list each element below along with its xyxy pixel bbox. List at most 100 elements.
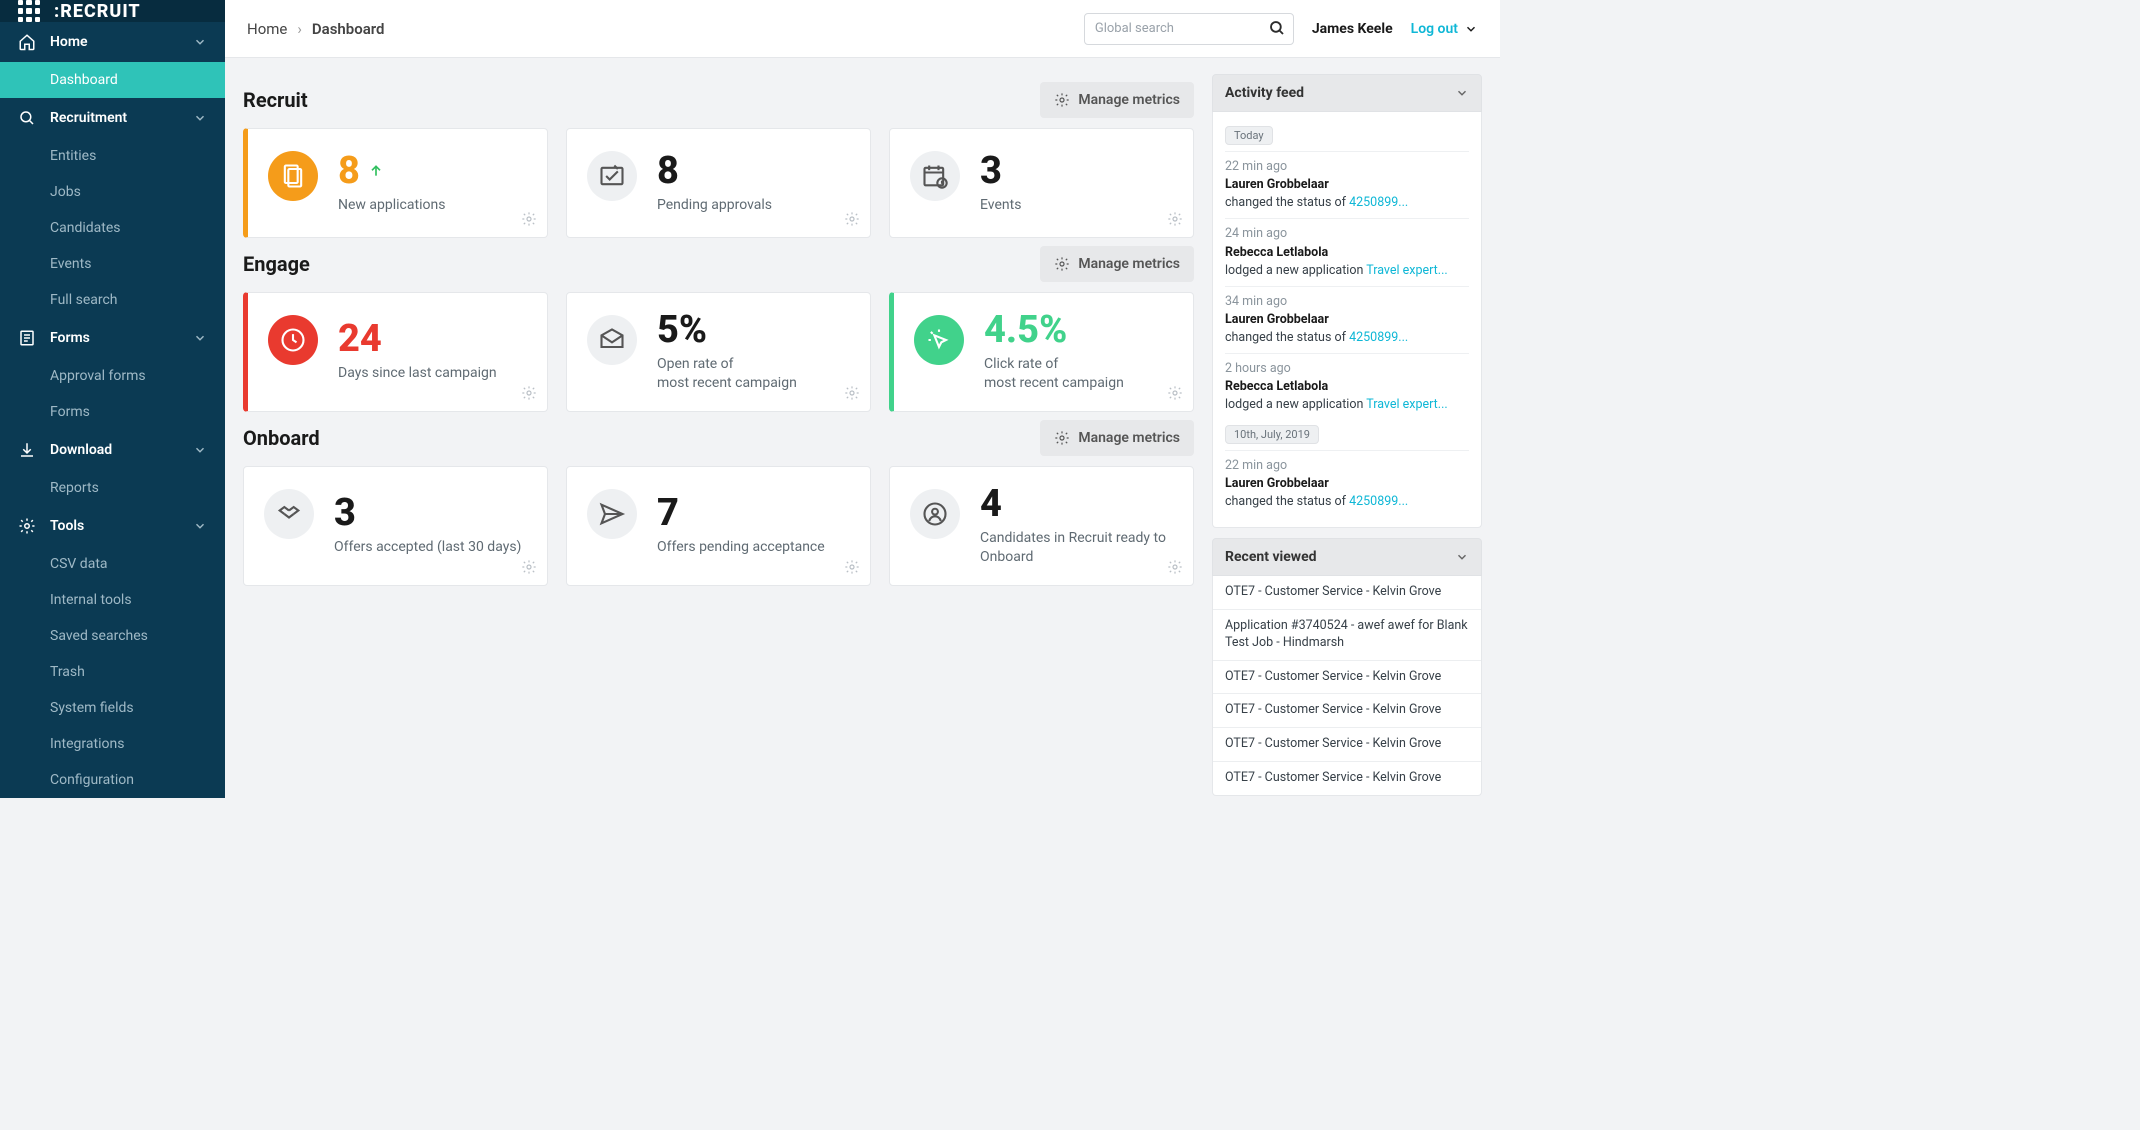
feed-link[interactable]: Travel expert... <box>1366 397 1447 412</box>
sidebar-item-tools[interactable]: Tools <box>0 506 225 546</box>
metric-value: 4.5% <box>984 311 1175 349</box>
logout-button[interactable]: Log out <box>1411 21 1478 37</box>
activity-feed-body: Today22 min ago Lauren Grobbelaar change… <box>1212 112 1482 528</box>
activity-feed-panel: Activity feed Today22 min ago Lauren Gro… <box>1212 74 1482 528</box>
metric-card[interactable]: 3 Events <box>889 128 1194 238</box>
target-icon <box>910 489 960 539</box>
metric-value: 4 <box>980 485 1175 523</box>
waffle-icon <box>18 0 40 22</box>
sidebar-item-download[interactable]: Download <box>0 430 225 470</box>
topbar: Home › Dashboard James Keele Log out <box>225 0 1500 58</box>
metric-value: 8 <box>338 152 529 190</box>
section-header: Engage Manage metrics <box>243 246 1194 282</box>
metric-value: 5% <box>657 311 852 349</box>
metric-value: 7 <box>657 494 852 532</box>
feed-link[interactable]: 4250899... <box>1349 330 1408 345</box>
metric-card[interactable]: 4.5% Click rate ofmost recent campaign <box>889 292 1194 412</box>
crumb-current: Dashboard <box>312 20 385 38</box>
user-name[interactable]: James Keele <box>1312 21 1393 37</box>
metric-value: 3 <box>334 494 529 532</box>
brand-logo[interactable]: :RECRUIT <box>0 0 225 22</box>
main: Home › Dashboard James Keele Log out Rec… <box>225 0 1500 798</box>
metric-card[interactable]: 8 New applications <box>243 128 548 238</box>
metric-card[interactable]: 7 Offers pending acceptance <box>566 466 871 586</box>
metric-label: Click rate ofmost recent campaign <box>984 355 1175 393</box>
sidebar-item-label: Home <box>50 34 88 50</box>
feed-link[interactable]: 4250899... <box>1349 494 1408 509</box>
metric-label: Days since last campaign <box>338 364 529 383</box>
sidebar-item-label: Full search <box>50 292 118 308</box>
sidebar-item-label: Tools <box>50 518 84 534</box>
sidebar-subitem-events[interactable]: Events <box>0 246 225 282</box>
feed-time: 34 min ago <box>1225 293 1469 311</box>
recent-viewed-item[interactable]: OTE7 - Customer Service - Kelvin Grove <box>1213 693 1481 727</box>
chevron-down-icon <box>1455 550 1469 564</box>
sidebar-subitem-dashboard[interactable]: Dashboard <box>0 62 225 98</box>
manage-metrics-button[interactable]: Manage metrics <box>1040 82 1194 118</box>
recent-viewed-panel: Recent viewed OTE7 - Customer Service - … <box>1212 538 1482 796</box>
feed-user: Lauren Grobbelaar <box>1225 476 1329 491</box>
sidebar-subitem-saved-searches[interactable]: Saved searches <box>0 618 225 654</box>
search-input[interactable] <box>1084 13 1294 45</box>
card-settings-button[interactable] <box>1167 211 1183 227</box>
sidebar-subitem-candidates[interactable]: Candidates <box>0 210 225 246</box>
sidebar-subitem-approval-forms[interactable]: Approval forms <box>0 358 225 394</box>
card-settings-button[interactable] <box>844 559 860 575</box>
search-icon[interactable] <box>1268 19 1286 37</box>
card-settings-button[interactable] <box>1167 559 1183 575</box>
sidebar-item-label: Forms <box>50 404 90 420</box>
card-settings-button[interactable] <box>521 211 537 227</box>
sidebar-subitem-trash[interactable]: Trash <box>0 654 225 690</box>
metric-card[interactable]: 8 Pending approvals <box>566 128 871 238</box>
manage-metrics-button[interactable]: Manage metrics <box>1040 246 1194 282</box>
sidebar-subitem-full-search[interactable]: Full search <box>0 282 225 318</box>
manage-metrics-button[interactable]: Manage metrics <box>1040 420 1194 456</box>
sidebar-item-home[interactable]: Home <box>0 22 225 62</box>
feed-item: 22 min ago Lauren Grobbelaar changed the… <box>1225 151 1469 218</box>
card-settings-button[interactable] <box>521 385 537 401</box>
chevron-down-icon <box>193 111 207 125</box>
feed-link[interactable]: 4250899... <box>1349 195 1408 210</box>
metric-card[interactable]: 4 Candidates in Recruit ready to Onboard <box>889 466 1194 586</box>
brand-text: :RECRUIT <box>54 1 141 22</box>
card-settings-button[interactable] <box>844 211 860 227</box>
card-settings-button[interactable] <box>521 559 537 575</box>
trend-up-icon <box>368 163 384 179</box>
recent-viewed-item[interactable]: OTE7 - Customer Service - Kelvin Grove <box>1213 727 1481 761</box>
recent-viewed-item[interactable]: Application #3740524 - awef awef for Bla… <box>1213 609 1481 660</box>
crumb-home[interactable]: Home <box>247 20 287 38</box>
sidebar-item-label: Reports <box>50 480 99 496</box>
metric-label: Offers accepted (last 30 days) <box>334 538 529 557</box>
feed-user: Rebecca Letlabola <box>1225 379 1328 394</box>
sidebar-item-forms[interactable]: Forms <box>0 318 225 358</box>
sidebar-item-label: Dashboard <box>50 72 118 88</box>
sidebar-subitem-csv-data[interactable]: CSV data <box>0 546 225 582</box>
search-icon <box>18 109 36 127</box>
sidebar-item-label: Recruitment <box>50 110 127 126</box>
sidebar-subitem-jobs[interactable]: Jobs <box>0 174 225 210</box>
sidebar-subitem-entities[interactable]: Entities <box>0 138 225 174</box>
sidebar-item-label: Download <box>50 442 112 458</box>
recent-viewed-item[interactable]: OTE7 - Customer Service - Kelvin Grove <box>1213 761 1481 795</box>
feed-link[interactable]: Travel expert... <box>1366 263 1447 278</box>
sidebar-subitem-internal-tools[interactable]: Internal tools <box>0 582 225 618</box>
sidebar-item-recruitment[interactable]: Recruitment <box>0 98 225 138</box>
sidebar-item-label: Jobs <box>50 184 81 200</box>
sidebar-subitem-system-fields[interactable]: System fields <box>0 690 225 726</box>
recent-viewed-item[interactable]: OTE7 - Customer Service - Kelvin Grove <box>1213 576 1481 609</box>
card-settings-button[interactable] <box>1167 385 1183 401</box>
card-settings-button[interactable] <box>844 385 860 401</box>
feed-item: 24 min ago Rebecca Letlabola lodged a ne… <box>1225 218 1469 285</box>
metric-card[interactable]: 5% Open rate ofmost recent campaign <box>566 292 871 412</box>
recent-viewed-header[interactable]: Recent viewed <box>1212 538 1482 576</box>
sidebar-subitem-integrations[interactable]: Integrations <box>0 726 225 762</box>
recent-viewed-item[interactable]: OTE7 - Customer Service - Kelvin Grove <box>1213 660 1481 694</box>
chevron-down-icon <box>193 35 207 49</box>
sidebar-subitem-forms[interactable]: Forms <box>0 394 225 430</box>
activity-feed-header[interactable]: Activity feed <box>1212 74 1482 112</box>
metric-card[interactable]: 3 Offers accepted (last 30 days) <box>243 466 548 586</box>
sidebar-subitem-reports[interactable]: Reports <box>0 470 225 506</box>
section-title: Recruit <box>243 88 308 112</box>
sidebar-subitem-configuration[interactable]: Configuration <box>0 762 225 798</box>
metric-card[interactable]: 24 Days since last campaign <box>243 292 548 412</box>
